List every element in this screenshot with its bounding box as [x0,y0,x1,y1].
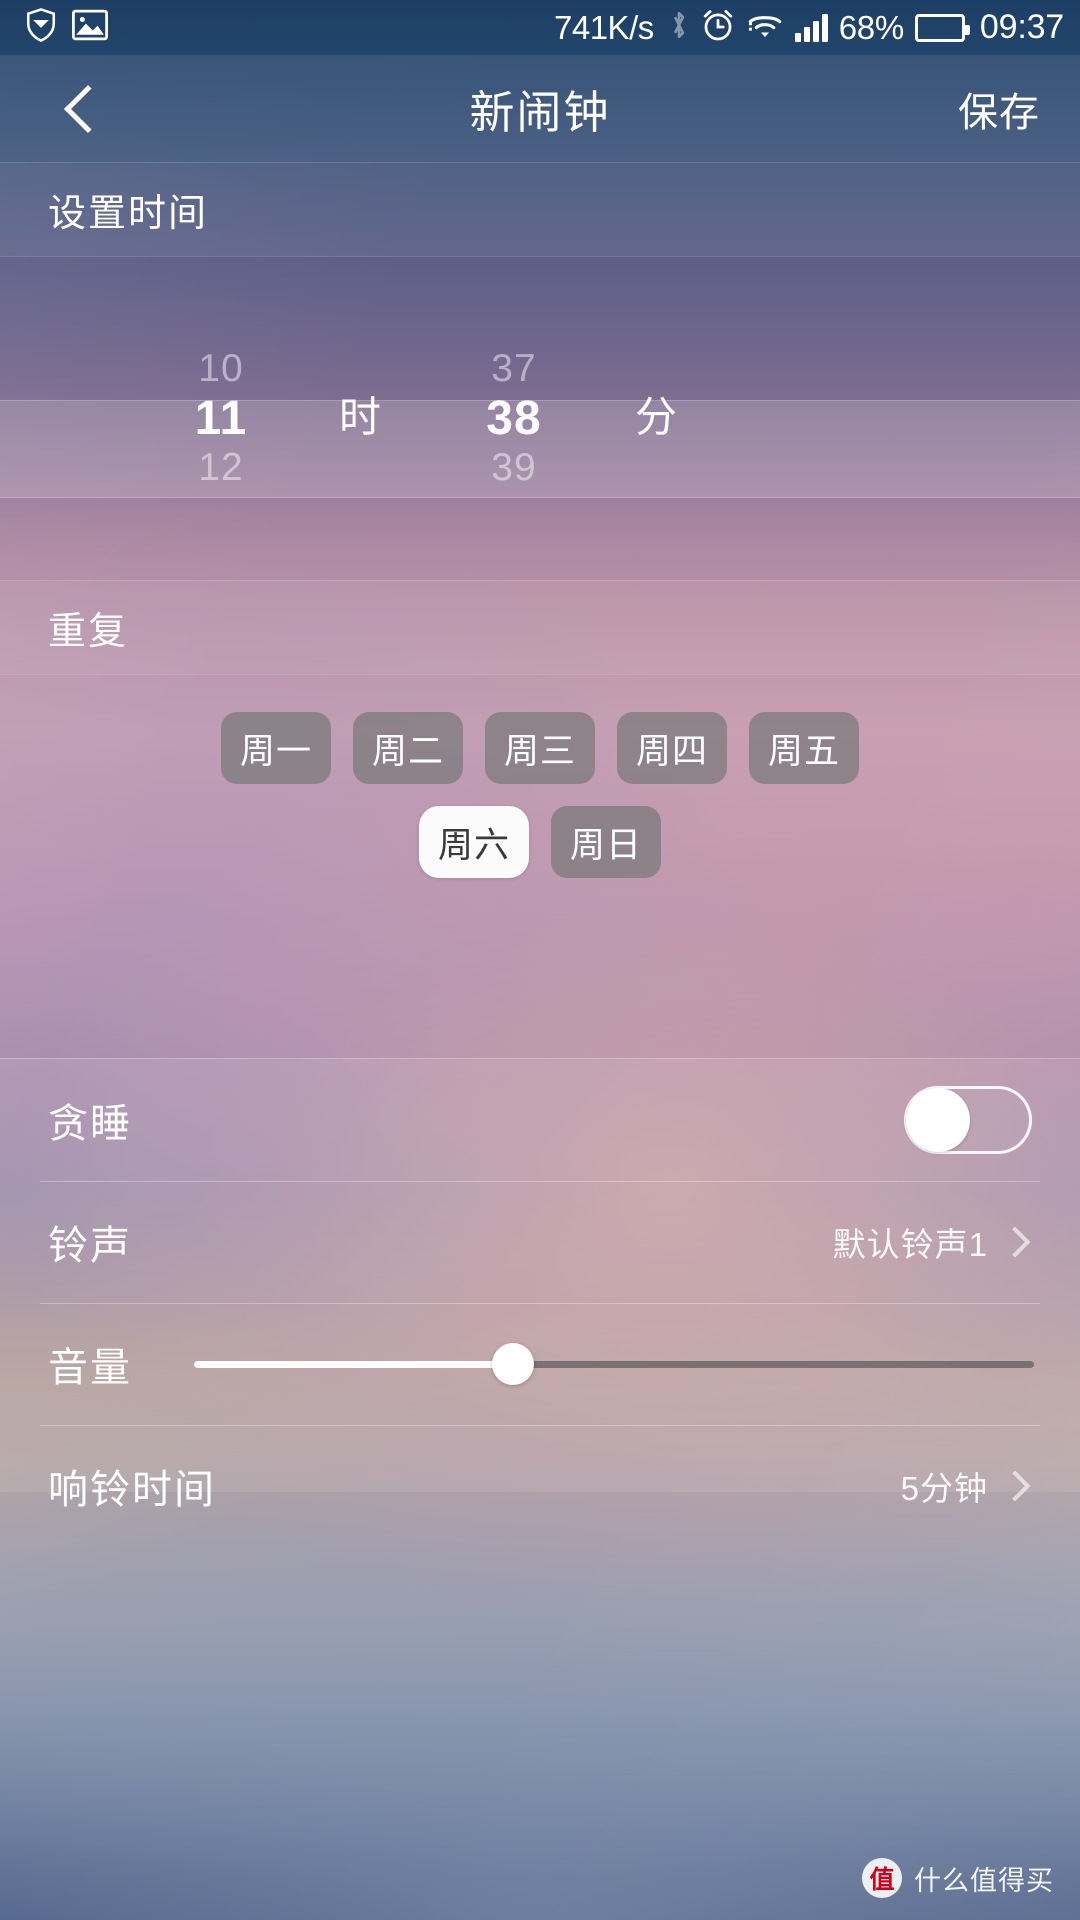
wifi-icon [746,9,784,46]
weekday-chip-7[interactable]: 周日 [551,806,661,878]
minute-unit-label: 分 [635,393,678,441]
time-picker[interactable]: 10 11 12 37 38 39 时 分 [0,257,1080,580]
status-bar: 741K/s 68% 09:37 [0,0,1080,55]
weekday-chip-row-2: 周六 周日 [0,806,1080,878]
snooze-row[interactable]: 贪睡 [0,1059,1080,1181]
hour-selected-cell[interactable]: 11 [195,391,248,446]
app-title-bar: 新闹钟 保存 [0,55,1080,162]
minute-prev-value: 37 [491,347,537,390]
ringtone-row[interactable]: 铃声 默认铃声1 [0,1181,1080,1303]
snooze-row-right [904,1086,1040,1154]
weekday-chip-3[interactable]: 周三 [485,712,595,784]
minute-prev-cell[interactable]: 37 [491,347,536,391]
ringtone-value: 默认铃声1 [832,1226,988,1263]
status-bar-clock: 09:37 [979,8,1064,46]
back-button[interactable] [40,66,126,152]
status-bar-left [24,6,108,49]
weekday-chip-2[interactable]: 周二 [353,712,463,784]
hour-unit-label: 时 [339,393,382,441]
shield-download-icon [24,6,58,49]
watermark-badge-icon: 值 [862,1858,902,1898]
chevron-right-icon [999,1226,1031,1258]
repeat-header-label: 重复 [48,611,129,653]
image-icon [72,9,108,46]
battery-percent-text: 68% [838,8,904,46]
status-bar-right: 741K/s 68% 09:37 [554,8,1064,47]
ringtone-label: 铃声 [48,1224,132,1268]
ring-duration-value: 5分钟 [900,1470,988,1507]
weekday-chip-1[interactable]: 周一 [221,712,331,784]
watermark-text: 什么值得买 [914,1865,1054,1896]
page-title: 新闹钟 [469,87,611,138]
chevron-right-icon [999,1470,1031,1502]
bluetooth-icon [668,8,690,47]
hour-prev-cell[interactable]: 10 [198,347,243,391]
ring-duration-label: 响铃时间 [48,1468,216,1512]
alarm-settings-list: 贪睡 铃声 默认铃声1 音量 响铃时间 5分钟 [0,1058,1080,1512]
weekday-chip-row-1: 周一 周二 周三 周四 周五 [0,712,1080,784]
snooze-label: 贪睡 [48,1102,132,1146]
network-speed-text: 741K/s [554,8,654,46]
repeat-day-selector: 周一 周二 周三 周四 周五 周六 周日 [0,675,1080,878]
volume-row[interactable]: 音量 [0,1303,1080,1425]
repeat-section-header: 重复 [0,580,1080,675]
snooze-toggle-knob [906,1088,970,1152]
set-time-header-label: 设置时间 [48,193,209,235]
volume-label: 音量 [48,1346,132,1390]
minute-next-cell[interactable]: 39 [491,446,536,490]
time-picker-columns: 10 11 12 37 38 39 时 分 [0,257,1080,580]
weekday-chip-4[interactable]: 周四 [617,712,727,784]
hour-next-value: 12 [198,446,244,489]
ring-duration-row-right: 5分钟 [901,1462,1040,1510]
hour-selected-value: 11 [194,392,248,445]
battery-icon [914,13,970,42]
set-time-section-header: 设置时间 [0,162,1080,257]
volume-slider-knob[interactable] [492,1343,535,1385]
weekday-chip-6[interactable]: 周六 [419,806,529,878]
minute-selected-cell[interactable]: 38 [486,391,541,446]
hour-prev-value: 10 [198,347,244,390]
chevron-left-icon [63,84,113,133]
save-button[interactable]: 保存 [952,70,1046,148]
site-watermark: 值 什么值得买 [862,1858,1054,1898]
hour-next-cell[interactable]: 12 [198,446,243,490]
minute-next-value: 39 [491,446,537,489]
ringtone-row-right: 默认铃声1 [833,1218,1040,1266]
volume-slider[interactable] [194,1334,1034,1394]
minute-wheel[interactable]: 37 38 39 [434,257,594,580]
minute-selected-value: 38 [486,392,542,445]
weekday-chip-5[interactable]: 周五 [749,712,859,784]
alarm-clock-icon [701,8,735,47]
phone-screen: 741K/s 68% 09:37 新闹钟 保存 设置时间 10 11 12 37… [0,0,1080,1920]
volume-slider-fill [194,1360,514,1368]
hour-wheel[interactable]: 10 11 12 [141,257,301,580]
signal-bars-icon [794,13,828,42]
snooze-toggle[interactable] [904,1086,1032,1154]
ring-duration-row[interactable]: 响铃时间 5分钟 [0,1425,1080,1547]
